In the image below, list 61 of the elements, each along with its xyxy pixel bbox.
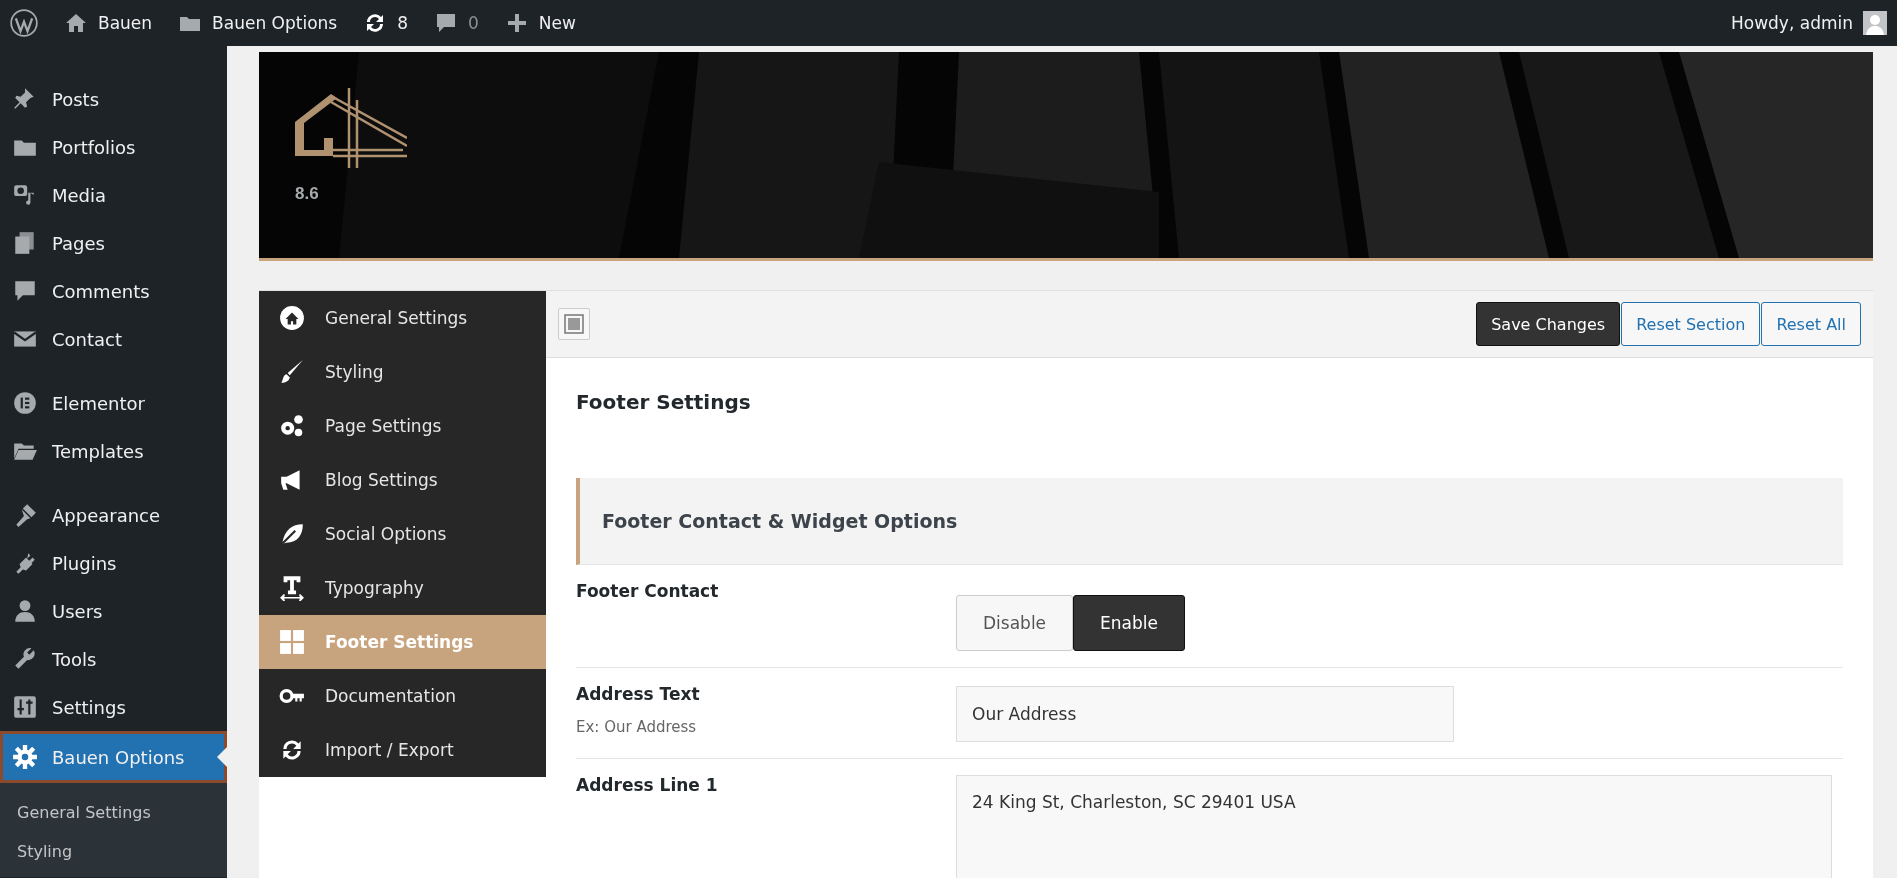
version-label: 8.6 <box>295 184 320 204</box>
text-height-icon <box>279 575 305 601</box>
toggle-option[interactable]: Disable <box>956 595 1074 651</box>
menu-item[interactable]: Plugins <box>0 539 227 587</box>
gears-icon <box>279 413 305 439</box>
menu-item[interactable]: Tools <box>0 635 227 683</box>
comment-icon <box>12 278 38 304</box>
comments-link[interactable]: 0 <box>434 11 479 35</box>
options-nav-item[interactable]: Documentation <box>259 669 546 723</box>
leaf-icon <box>279 521 305 547</box>
menu-item[interactable]: Appearance <box>0 491 227 539</box>
options-nav-item[interactable]: General Settings <box>259 291 546 345</box>
menu-item[interactable]: Elementor <box>0 379 227 427</box>
menu-item[interactable]: Posts <box>0 75 227 123</box>
menu-item[interactable]: Templates <box>0 427 227 475</box>
site-link[interactable]: Bauen <box>64 11 153 35</box>
section-header: Footer Contact & Widget Options <box>576 478 1843 565</box>
updates-link[interactable]: 8 <box>363 11 408 35</box>
submenu-item[interactable]: General Settings <box>0 793 227 832</box>
menu-item[interactable]: Pages <box>0 219 227 267</box>
elementor-icon <box>12 390 38 416</box>
sliders-icon <box>12 694 38 720</box>
field-label: Footer Contact <box>576 581 720 601</box>
toolbar-button[interactable]: Reset All <box>1761 302 1861 346</box>
submenu-item[interactable]: Styling <box>0 832 227 871</box>
options-nav-item[interactable]: Typography <box>259 561 546 615</box>
menu-item[interactable]: Comments <box>0 267 227 315</box>
gear-icon <box>12 744 38 770</box>
home-icon <box>64 11 88 35</box>
options-nav-item[interactable]: Import / Export <box>259 723 546 777</box>
house-logo-icon <box>295 88 407 168</box>
wrench-icon <box>12 646 38 672</box>
toolbar-button[interactable]: Reset Section <box>1621 302 1761 346</box>
textarea-field[interactable]: 24 King St, Charleston, SC 29401 USA <box>956 775 1832 878</box>
menu-item[interactable]: Contact <box>0 315 227 363</box>
options-nav-item[interactable]: Social Options <box>259 507 546 561</box>
comment-icon <box>434 11 458 35</box>
toolbar-button[interactable]: Save Changes <box>1476 302 1621 346</box>
grid-icon <box>279 629 305 655</box>
brush-icon <box>279 359 305 385</box>
menu-item[interactable]: Bauen Options <box>0 731 227 783</box>
account-link[interactable]: Howdy, admin <box>1731 11 1887 35</box>
menu-item[interactable]: Settings <box>0 683 227 731</box>
options-nav-item[interactable]: Page Settings <box>259 399 546 453</box>
page-title: Footer Settings <box>576 390 752 414</box>
layout-toggle-icon[interactable] <box>558 308 590 340</box>
menu-item[interactable]: Portfolios <box>0 123 227 171</box>
field-label: Address Line 1 <box>576 775 719 795</box>
new-link[interactable]: New <box>504 11 576 35</box>
toggle-option[interactable]: Enable <box>1073 595 1185 651</box>
menu-item[interactable]: Media <box>0 171 227 219</box>
field-description: Ex: Our Address <box>576 718 698 736</box>
field-label: Address Text <box>576 684 701 704</box>
options-nav-item[interactable]: Blog Settings <box>259 453 546 507</box>
options-link[interactable]: Bauen Options <box>178 11 338 35</box>
menu-item[interactable]: Users <box>0 587 227 635</box>
input-field[interactable]: Our Address <box>956 686 1454 742</box>
user-icon <box>12 598 38 624</box>
home-icon <box>279 305 305 331</box>
options-nav-item[interactable]: Styling <box>259 345 546 399</box>
wordpress-logo-icon[interactable] <box>10 9 38 37</box>
